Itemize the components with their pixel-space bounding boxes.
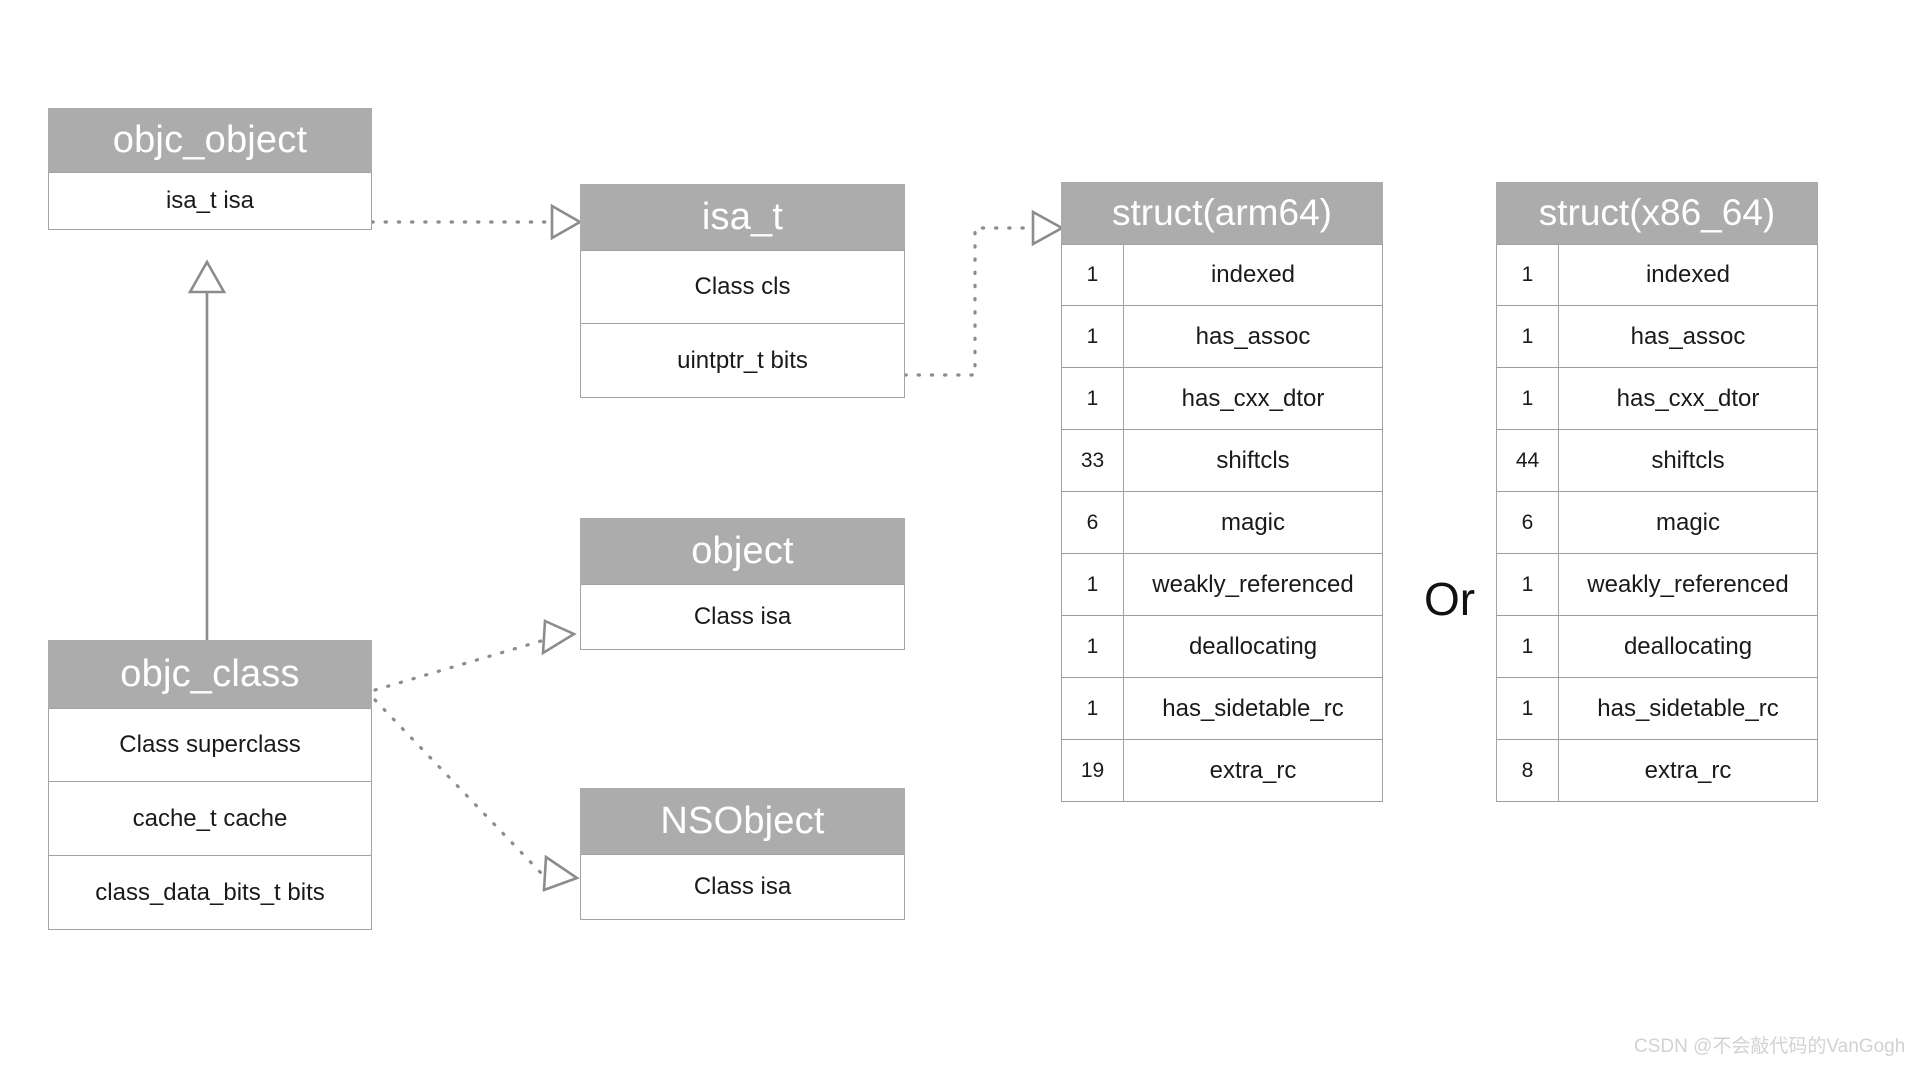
struct-title-x86-64: struct(x86_64) <box>1496 182 1818 244</box>
struct-field-name: shiftcls <box>1651 446 1725 474</box>
class-attribute-row: Class isa <box>580 584 905 650</box>
connector-objc-object-to-isa-t <box>370 203 583 241</box>
struct-row: 1 has_sidetable_rc <box>1061 678 1383 740</box>
class-attribute-row: isa_t isa <box>48 172 372 230</box>
struct-field-name: has_assoc <box>1630 322 1746 350</box>
struct-field-name: has_assoc <box>1195 322 1311 350</box>
diagram-canvas: isa_t (dotted, horizontal) --> objc_obje… <box>0 0 1912 1070</box>
struct-title-arm64: struct(arm64) <box>1061 182 1383 244</box>
struct-bit-count: 1 <box>1062 678 1124 739</box>
struct-bit-count: 19 <box>1062 740 1124 801</box>
struct-field-name: shiftcls <box>1216 446 1290 474</box>
struct-field-name: has_cxx_dtor <box>1616 384 1760 412</box>
class-title-nsobject: NSObject <box>580 788 905 854</box>
class-title-objc-class: objc_class <box>48 640 372 708</box>
struct-bit-count: 1 <box>1062 368 1124 429</box>
struct-bit-count: 1 <box>1062 616 1124 677</box>
struct-bit-count: 6 <box>1062 492 1124 553</box>
struct-row: 8 extra_rc <box>1496 740 1818 802</box>
struct-row: 1 deallocating <box>1061 616 1383 678</box>
struct-row: 1 has_assoc <box>1061 306 1383 368</box>
struct-field-name: has_cxx_dtor <box>1181 384 1325 412</box>
struct-table-arm64[interactable]: struct(arm64) 1 indexed 1 has_assoc 1 has_cxx… <box>1061 182 1383 802</box>
class-title-object: object <box>580 518 905 584</box>
struct-bit-count: 8 <box>1497 740 1559 801</box>
struct-row: 1 indexed <box>1496 244 1818 306</box>
struct-row: 1 has_sidetable_rc <box>1496 678 1818 740</box>
struct-table-x86-64[interactable]: struct(x86_64) 1 indexed 1 has_assoc 1 has_cx… <box>1496 182 1818 802</box>
struct-rows-arm64: 1 indexed 1 has_assoc 1 has_cxx_dtor 33 shiftcl… <box>1061 244 1383 802</box>
class-attribute-row: Class isa <box>580 854 905 920</box>
struct-bit-count: 6 <box>1497 492 1559 553</box>
class-attribute-row: Class cls <box>580 250 905 324</box>
class-attribute-row: class_data_bits_t bits <box>48 856 372 930</box>
struct-bit-count: 33 <box>1062 430 1124 491</box>
struct-field-name: indexed <box>1210 261 1296 288</box>
connector-objc-class-to-nsobject <box>373 698 580 892</box>
class-box-object[interactable]: object Class isa <box>580 518 905 650</box>
struct-row: 33 shiftcls <box>1061 430 1383 492</box>
struct-bit-count: 1 <box>1062 245 1124 305</box>
struct-field-name: has_sidetable_rc <box>1597 694 1779 722</box>
struct-row: 1 has_cxx_dtor <box>1061 368 1383 430</box>
struct-bit-count: 1 <box>1062 554 1124 615</box>
struct-row: 1 has_assoc <box>1496 306 1818 368</box>
struct-row: 44 shiftcls <box>1496 430 1818 492</box>
class-box-objc-class[interactable]: objc_class Class superclass cache_t cach… <box>48 640 372 930</box>
class-attribute-row: uintptr_t bits <box>580 324 905 398</box>
class-title-isa-t: isa_t <box>580 184 905 250</box>
struct-field-name: indexed <box>1645 261 1731 288</box>
struct-bit-count: 44 <box>1497 430 1559 491</box>
struct-row: 6 magic <box>1061 492 1383 554</box>
struct-field-name: magic <box>1655 508 1721 536</box>
struct-row: 1 weakly_referenced <box>1061 554 1383 616</box>
class-attribute-row: cache_t cache <box>48 782 372 856</box>
connector-isa-t-bits-to-struct-arm64 <box>903 209 1065 377</box>
csdn-watermark: CSDN @不会敲代码的VanGogh <box>1634 1036 1906 1057</box>
struct-bit-count: 1 <box>1497 678 1559 739</box>
connector-objc-class-to-object <box>373 619 577 692</box>
struct-row: 6 magic <box>1496 492 1818 554</box>
struct-field-name: extra_rc <box>1209 756 1297 784</box>
struct-row: 19 extra_rc <box>1061 740 1383 802</box>
connector-objc-class-to-objc-object <box>187 259 227 640</box>
class-box-nsobject[interactable]: NSObject Class isa <box>580 788 905 920</box>
struct-bit-count: 1 <box>1497 368 1559 429</box>
struct-field-name: weakly_referenced <box>1587 570 1789 598</box>
struct-row: 1 weakly_referenced <box>1496 554 1818 616</box>
struct-bit-count: 1 <box>1497 616 1559 677</box>
struct-bit-count: 1 <box>1497 554 1559 615</box>
class-box-objc-object[interactable]: objc_object isa_t isa <box>48 108 372 230</box>
struct-field-name: has_sidetable_rc <box>1162 694 1344 722</box>
struct-row: 1 has_cxx_dtor <box>1496 368 1818 430</box>
struct-field-name: extra_rc <box>1644 756 1732 784</box>
separator-or-label: Or <box>1424 573 1476 625</box>
struct-row: 1 indexed <box>1061 244 1383 306</box>
struct-field-name: magic <box>1220 508 1286 536</box>
struct-bit-count: 1 <box>1062 306 1124 367</box>
class-attribute-row: Class superclass <box>48 708 372 782</box>
struct-field-name: deallocating <box>1623 632 1753 660</box>
struct-rows-x86-64: 1 indexed 1 has_assoc 1 has_cxx_dtor 44 shiftcl… <box>1496 244 1818 802</box>
struct-field-name: weakly_referenced <box>1152 570 1354 598</box>
struct-field-name: deallocating <box>1188 632 1318 660</box>
struct-bit-count: 1 <box>1497 306 1559 367</box>
struct-row: 1 deallocating <box>1496 616 1818 678</box>
class-box-isa-t[interactable]: isa_t Class cls uintptr_t bits <box>580 184 905 398</box>
class-title-objc-object: objc_object <box>48 108 372 172</box>
struct-bit-count: 1 <box>1497 245 1559 305</box>
